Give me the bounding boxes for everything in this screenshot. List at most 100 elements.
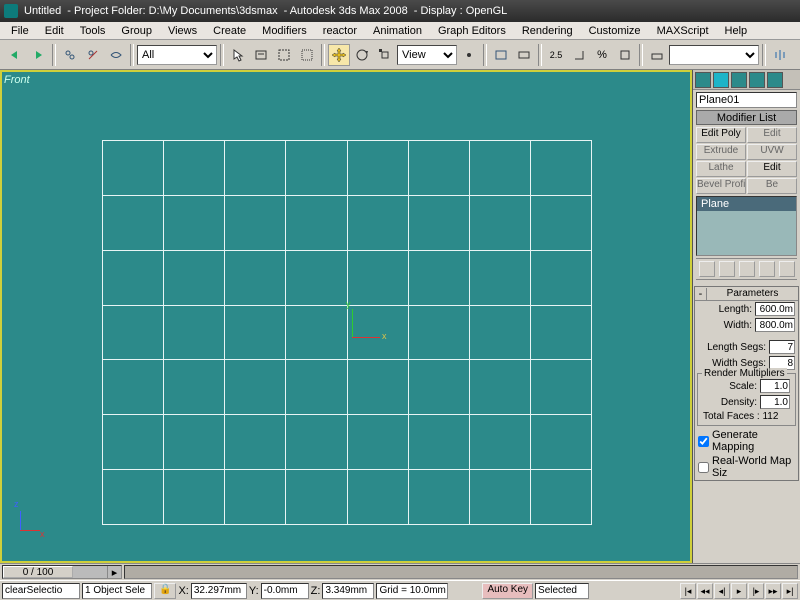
menu-help[interactable]: Help [718,24,755,38]
viewport-front[interactable]: Front y x zx [0,70,692,563]
remove-modifier-icon[interactable] [759,261,775,277]
menu-views[interactable]: Views [161,24,204,38]
use-pivot-center-button[interactable] [458,44,480,66]
object-name-field[interactable] [696,92,797,108]
modifier-list-label[interactable]: Modifier List [696,110,797,125]
extrude-button[interactable]: Extrude [696,144,746,160]
length-segs-spinner[interactable] [769,340,795,354]
named-selection-edit-button[interactable] [646,44,668,66]
z-label: Z: [311,585,321,597]
snap-toggle-button[interactable]: 2.5 [545,44,567,66]
named-selection-dropdown[interactable] [669,45,759,65]
menu-rendering[interactable]: Rendering [515,24,580,38]
pin-stack-icon[interactable] [699,261,715,277]
menu-customize[interactable]: Customize [582,24,648,38]
select-and-scale-button[interactable] [374,44,396,66]
bevel-profile-button[interactable]: Bevel Profile [696,178,746,194]
toolbar-separator [52,44,56,66]
real-world-checkbox[interactable] [698,462,709,473]
stack-item-plane[interactable]: Plane [697,197,796,211]
mirror-button[interactable] [769,44,791,66]
prev-frame-icon[interactable]: ◂◂ [697,583,713,599]
viewport-label: Front [4,74,30,86]
command-panel: Modifier List Edit Poly Edit Extrude UVW… [692,70,800,563]
width-spinner[interactable] [755,318,795,332]
display-tab-icon[interactable] [767,72,783,88]
undo-button[interactable] [4,44,26,66]
menu-modifiers[interactable]: Modifiers [255,24,314,38]
goto-start-icon[interactable]: |◂ [680,583,696,599]
show-end-result-icon[interactable] [719,261,735,277]
edit-poly-button[interactable]: Edit Poly [696,127,746,143]
percent-snap-button[interactable]: % [591,44,613,66]
link-button[interactable] [59,44,81,66]
track-bar[interactable] [124,565,798,579]
collapse-icon[interactable]: - [695,288,707,300]
time-slider-thumb[interactable]: 0 / 100 [3,566,73,578]
modify-tab-icon[interactable] [713,72,729,88]
z-coord-field[interactable]: 3.349mm [322,583,374,599]
select-region-button[interactable] [273,44,295,66]
prev-key-icon[interactable]: ◂| [714,583,730,599]
auto-key-button[interactable]: Auto Key [482,583,533,599]
select-and-move-button[interactable] [328,44,350,66]
menu-edit[interactable]: Edit [38,24,71,38]
y-axis-label: y [346,299,351,309]
x-axis-label: x [382,331,387,341]
selection-lock-icon[interactable]: 🔒 [154,583,176,599]
next-key-icon[interactable]: |▸ [748,583,764,599]
toolbar-separator [321,44,325,66]
menu-file[interactable]: File [4,24,36,38]
parameters-header[interactable]: - Parameters [695,287,798,301]
menu-tools[interactable]: Tools [73,24,113,38]
menu-group[interactable]: Group [114,24,159,38]
length-spinner[interactable] [755,302,795,316]
window-crossing-button[interactable] [296,44,318,66]
keyboard-shortcut-override-button[interactable] [513,44,535,66]
create-tab-icon[interactable] [695,72,711,88]
time-slider-track[interactable] [73,566,107,578]
menu-reactor[interactable]: reactor [316,24,364,38]
selection-filter-dropdown[interactable]: All [137,45,217,65]
maxscript-listener[interactable]: clearSelectio [2,583,80,599]
next-frame-icon[interactable]: ▸▸ [765,583,781,599]
menu-create[interactable]: Create [206,24,253,38]
width-segs-label: Width Segs: [712,358,766,369]
angle-snap-button[interactable] [568,44,590,66]
y-axis-icon [352,309,353,337]
edit-button[interactable]: Edit [747,127,797,143]
select-and-rotate-button[interactable] [351,44,373,66]
key-filters-dropdown[interactable]: Selected [535,583,589,599]
bevel-button[interactable]: Be [747,178,797,194]
menu-animation[interactable]: Animation [366,24,429,38]
configure-sets-icon[interactable] [779,261,795,277]
density-spinner[interactable] [760,395,790,409]
ref-coord-dropdown[interactable]: View [397,45,457,65]
select-by-name-button[interactable] [250,44,272,66]
hierarchy-tab-icon[interactable] [731,72,747,88]
select-object-button[interactable] [227,44,249,66]
time-slider[interactable]: 0 / 100 ▸ [2,565,122,579]
menu-graph-editors[interactable]: Graph Editors [431,24,513,38]
menu-maxscript[interactable]: MAXScript [650,24,716,38]
x-coord-field[interactable]: 32.297mm [191,583,247,599]
lathe-button[interactable]: Lathe [696,161,746,177]
generate-mapping-checkbox[interactable] [698,436,709,447]
select-and-manipulate-button[interactable] [490,44,512,66]
make-unique-icon[interactable] [739,261,755,277]
y-label: Y: [249,585,259,597]
play-icon[interactable]: ▸ [731,583,747,599]
time-slider-arrow-icon[interactable]: ▸ [107,566,121,578]
modifier-stack[interactable]: Plane [696,196,797,256]
bind-spacewarp-button[interactable] [105,44,127,66]
uvw-button[interactable]: UVW [747,144,797,160]
transform-gizmo[interactable]: y x [342,327,382,367]
motion-tab-icon[interactable] [749,72,765,88]
redo-button[interactable] [27,44,49,66]
goto-end-icon[interactable]: ▸| [782,583,798,599]
edit-mesh-button[interactable]: Edit [747,161,797,177]
scale-spinner[interactable] [760,379,790,393]
unlink-button[interactable] [82,44,104,66]
y-coord-field[interactable]: -0.0mm [261,583,309,599]
spinner-snap-button[interactable] [614,44,636,66]
